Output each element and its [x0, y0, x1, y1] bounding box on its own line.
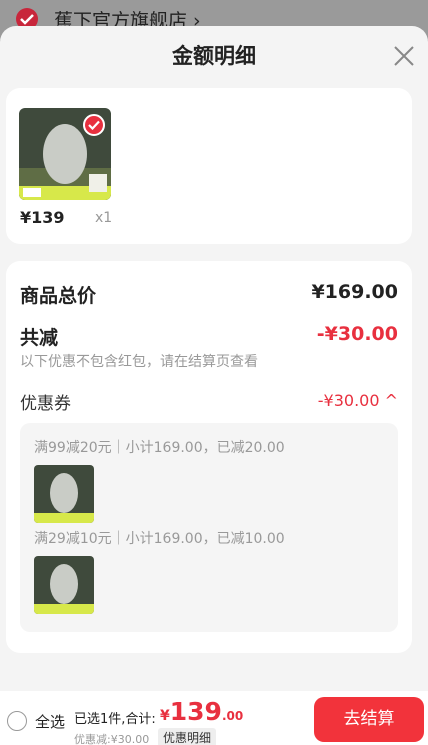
coupon-label: 优惠券 — [20, 394, 71, 414]
total-currency: ¥ — [160, 708, 170, 724]
coupon-product-thumbnail-1 — [34, 465, 94, 523]
close-button[interactable] — [390, 42, 418, 70]
total-reduction-value: -¥30.00 — [316, 323, 398, 345]
product-image — [34, 465, 94, 523]
total-price-row: 商品总价 ¥169.00 — [20, 281, 398, 308]
coupon-rule-1: 满99减20元｜小计169.00，已减20.00 — [34, 440, 285, 456]
coupon-value-toggle[interactable]: -¥30.00 ^ — [318, 391, 398, 410]
checkout-button[interactable]: 去结算 — [314, 697, 424, 742]
product-thumbnail[interactable] — [19, 108, 111, 200]
amount-detail-sheet: 金额明细 ¥139 x1 商品总价 ¥169.00 共减 -¥30.00 以下优… — [0, 26, 428, 691]
close-icon — [394, 46, 414, 66]
total-integer: 139 — [169, 697, 222, 726]
product-quantity: x1 — [95, 210, 113, 226]
checkout-bar: 全选 已选1件,合计: ¥139.00 优惠减:¥30.00 优惠明细 去结算 — [0, 691, 428, 745]
product-card: ¥139 x1 — [6, 88, 412, 244]
total-reduction-row: 共减 -¥30.00 — [20, 323, 398, 350]
coupon-rule-2: 满29减10元｜小计169.00，已减10.00 — [34, 531, 285, 547]
discount-amount: 优惠减:¥30.00 — [74, 733, 150, 745]
discount-detail-button[interactable]: 优惠明细 — [158, 728, 217, 745]
total-price-value: ¥169.00 — [311, 281, 398, 303]
total-reduction-label: 共减 — [20, 327, 59, 349]
total-decimal: .00 — [221, 709, 244, 723]
coupon-row[interactable]: 优惠券 -¥30.00 ^ — [20, 389, 398, 414]
product-selected-check-icon[interactable] — [83, 114, 105, 136]
total-price-label: 商品总价 — [20, 285, 97, 307]
selection-summary: 已选1件,合计: — [74, 712, 156, 727]
product-image — [34, 556, 94, 614]
sheet-header: 金额明细 — [0, 26, 428, 86]
coupon-breakdown: 满99减20元｜小计169.00，已减20.00 满29减10元｜小计169.0… — [20, 423, 398, 632]
product-price: ¥139 — [20, 208, 65, 227]
total-amount: ¥139.00 — [160, 697, 243, 726]
price-detail-card: 商品总价 ¥169.00 共减 -¥30.00 以下优惠不包含红包，请在结算页查… — [6, 261, 412, 653]
select-all-radio[interactable] — [7, 711, 27, 731]
select-all-label[interactable]: 全选 — [35, 711, 65, 732]
sheet-title: 金额明细 — [172, 44, 256, 68]
reduction-note: 以下优惠不包含红包，请在结算页查看 — [20, 354, 258, 370]
coupon-product-thumbnail-2 — [34, 556, 94, 614]
